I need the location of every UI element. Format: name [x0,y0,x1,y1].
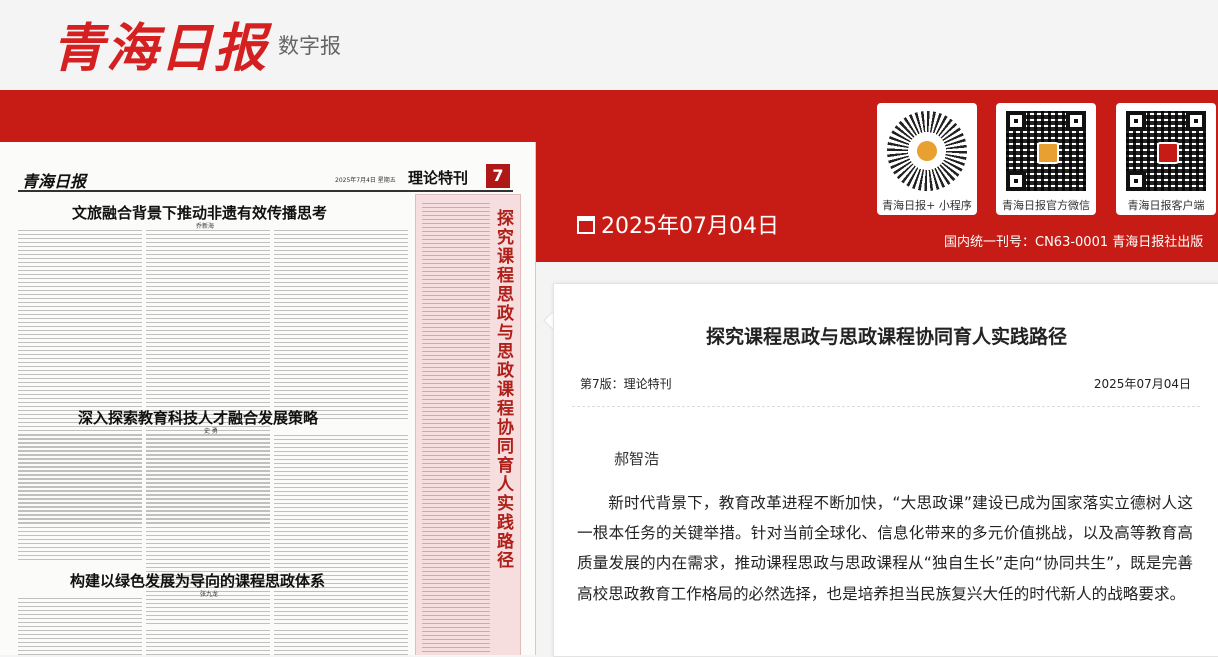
page-article-author-3: 张九龙 [200,591,219,598]
page-vertical-title: 探究课程思政与思政课程协同育人实践路径 [493,209,513,570]
page-text-column [274,630,408,655]
page-article-title-2[interactable]: 深入探索教育科技人才融合发展策略 [78,407,318,428]
page-article-author-2: 史 勇 [204,428,218,435]
page-text-column [422,203,490,655]
issn-text: 国内统一刊号：CN63-0001 青海日报社出版 [944,235,1204,250]
page-text-column [146,630,270,655]
article-author: 郝智浩 [614,450,660,468]
qr-label: 青海日报客户端 [1127,199,1205,212]
article-divider [572,406,1200,407]
qr-label: 青海日报官方微信 [1002,199,1090,212]
page-highlighted-article[interactable]: 探究课程思政与思政课程协同育人实践路径 [415,194,521,655]
article-page-info: 第7版：理论特刊 [580,377,672,391]
newspaper-page-image[interactable]: 青海日报 2025年7月4日 星期五 理论特刊 7 文旅融合背景下推动非遗有效传… [0,142,536,655]
mini-program-code-icon [887,111,967,191]
page-text-column [274,230,408,420]
article-date: 2025年07月04日 [1093,377,1191,391]
wechat-qr-icon [1006,111,1086,191]
qr-label: 青海日报+ 小程序 [882,199,972,212]
issue-date-text: 2025年07月04日 [601,214,779,239]
qr-mini-program[interactable]: 青海日报+ 小程序 [877,103,977,215]
article-card: 探究课程思政与思政课程协同育人实践路径 第7版：理论特刊 2025年07月04日… [553,283,1218,657]
site-header: 青海日报 数字报 [0,0,1218,90]
issue-date: 2025年07月04日 [577,208,779,240]
page-article-title-3[interactable]: 构建以绿色发展为导向的课程思政体系 [70,570,325,591]
page-text-column [18,598,142,655]
page-masthead: 青海日报 [22,172,87,191]
qr-app[interactable]: 青海日报客户端 [1116,103,1216,215]
article-title: 探究课程思政与思政课程协同育人实践路径 [705,326,1067,348]
site-logo[interactable]: 青海日报 [52,6,268,81]
site-subtitle: 数字报 [278,34,341,58]
page-text-column [18,435,142,563]
page-article-title-1[interactable]: 文旅融合背景下推动非遗有效传播思考 [72,202,327,223]
qr-wechat[interactable]: 青海日报官方微信 [996,103,1096,215]
page-number-badge: 7 [486,164,510,188]
page-header-rule [18,190,513,192]
page-section-name: 理论特刊 [408,169,469,187]
calendar-icon [577,216,595,234]
article-paragraph: 新时代背景下，教育改革进程不断加快，“大思政课”建设已成为国家落实立德树人这一根… [577,494,1193,603]
app-qr-icon [1126,111,1206,191]
page-date-line: 2025年7月4日 星期五 [335,177,396,184]
page-article-author-1: 乔新海 [196,223,215,230]
page-text-column [274,435,408,625]
